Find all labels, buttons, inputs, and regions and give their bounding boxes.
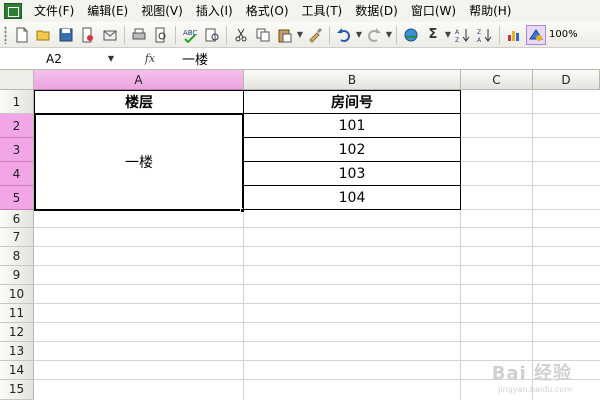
row-header-13[interactable]: 13 — [0, 342, 34, 361]
toolbar-grip[interactable] — [4, 25, 7, 44]
row-header-7[interactable]: 7 — [0, 228, 34, 247]
grid-line — [34, 246, 600, 247]
autosum-dropdown-icon[interactable]: ▼ — [444, 30, 452, 39]
row-header-14[interactable]: 14 — [0, 361, 34, 380]
row-header-3[interactable]: 3 — [0, 138, 34, 162]
cut-icon[interactable] — [231, 25, 251, 45]
svg-text:A: A — [455, 29, 460, 36]
copy-icon[interactable] — [253, 25, 273, 45]
cell-b3[interactable]: 102 — [243, 137, 461, 162]
cell-a1[interactable]: 楼层 — [34, 90, 244, 114]
select-all-corner[interactable] — [0, 70, 34, 90]
zoom-level[interactable]: 100% — [549, 29, 578, 40]
hyperlink-icon[interactable] — [401, 25, 421, 45]
new-document-icon[interactable] — [12, 25, 32, 45]
paste-dropdown-icon[interactable]: ▼ — [296, 30, 304, 39]
toolbar-separator — [175, 25, 176, 44]
column-header-d[interactable]: D — [533, 70, 600, 90]
menu-data[interactable]: 数据(D) — [349, 0, 405, 22]
watermark-main: Bai 经验 — [491, 363, 572, 384]
grid-line — [34, 303, 600, 304]
spelling-icon[interactable]: ABC — [180, 25, 200, 45]
drawing-icon[interactable] — [526, 24, 546, 45]
svg-text:Z: Z — [477, 29, 481, 36]
print-preview-icon[interactable] — [151, 25, 171, 45]
row-header-1[interactable]: 1 — [0, 90, 34, 114]
save-icon[interactable] — [56, 25, 76, 45]
name-box-value: A2 — [46, 51, 62, 66]
grid-line — [34, 341, 600, 342]
row-header-2[interactable]: 2 — [0, 114, 34, 138]
name-box-dropdown-icon[interactable]: ▼ — [108, 54, 114, 63]
toolbar-separator — [396, 25, 397, 44]
undo-dropdown-icon[interactable]: ▼ — [355, 30, 363, 39]
toolbar-separator — [226, 25, 227, 44]
email-icon[interactable] — [100, 25, 120, 45]
column-header-b[interactable]: B — [244, 70, 461, 90]
format-painter-icon[interactable] — [305, 25, 325, 45]
excel-app-icon[interactable] — [4, 3, 22, 19]
svg-text:Z: Z — [455, 37, 459, 43]
row-header-9[interactable]: 9 — [0, 266, 34, 285]
row-header-15[interactable]: 15 — [0, 380, 34, 400]
cell-b5[interactable]: 104 — [243, 185, 461, 210]
toolbar-separator — [329, 25, 330, 44]
autosum-symbol: Σ — [428, 27, 438, 42]
menu-bar: 文件(F) 编辑(E) 视图(V) 插入(I) 格式(O) 工具(T) 数据(D… — [0, 0, 600, 22]
baidu-watermark: Bai 经验 jingyan.baidu.com — [492, 359, 572, 394]
research-icon[interactable] — [202, 25, 222, 45]
grid-line — [34, 322, 600, 323]
grid-line — [34, 265, 600, 266]
menu-view[interactable]: 视图(V) — [135, 0, 190, 22]
permission-icon[interactable] — [78, 25, 98, 45]
toolbar-separator — [499, 25, 500, 44]
redo-dropdown-icon[interactable]: ▼ — [385, 30, 393, 39]
watermark-sub: jingyan.baidu.com — [498, 385, 572, 394]
menu-file[interactable]: 文件(F) — [28, 0, 81, 22]
row-header-12[interactable]: 12 — [0, 323, 34, 342]
column-header-c[interactable]: C — [461, 70, 533, 90]
worksheet-grid: A B C D 1 2 3 4 5 6 7 8 9 10 11 12 13 14… — [0, 70, 600, 400]
redo-icon[interactable] — [364, 25, 384, 45]
print-icon[interactable] — [129, 25, 149, 45]
sort-descending-icon[interactable]: ZA — [475, 25, 495, 45]
cell-a2-merged-selected[interactable]: 一楼 — [34, 113, 244, 211]
cell-b2[interactable]: 101 — [243, 113, 461, 138]
row-header-6[interactable]: 6 — [0, 210, 34, 228]
menu-window[interactable]: 窗口(W) — [405, 0, 463, 22]
row-header-10[interactable]: 10 — [0, 285, 34, 304]
name-box[interactable]: A2 ▼ — [2, 50, 120, 68]
sort-ascending-icon[interactable]: AZ — [453, 25, 473, 45]
svg-text:A: A — [477, 37, 482, 43]
insert-function-icon[interactable]: fx — [120, 52, 180, 65]
row-header-11[interactable]: 11 — [0, 304, 34, 323]
column-header-a[interactable]: A — [34, 70, 244, 90]
open-folder-icon[interactable] — [34, 25, 54, 45]
menu-edit[interactable]: 编辑(E) — [81, 0, 135, 22]
toolbar-separator — [124, 25, 125, 44]
row-header-5[interactable]: 5 — [0, 186, 34, 210]
formula-input[interactable]: 一楼 — [182, 49, 208, 68]
menu-tools[interactable]: 工具(T) — [296, 0, 350, 22]
grid-line — [34, 284, 600, 285]
menu-format[interactable]: 格式(O) — [240, 0, 296, 22]
row-header-4[interactable]: 4 — [0, 162, 34, 186]
chart-wizard-icon[interactable] — [504, 25, 524, 45]
menu-help[interactable]: 帮助(H) — [463, 0, 518, 22]
paste-icon[interactable] — [275, 25, 295, 45]
menu-insert[interactable]: 插入(I) — [190, 0, 240, 22]
autosum-icon[interactable]: Σ — [423, 25, 443, 45]
cell-b1[interactable]: 房间号 — [243, 90, 461, 114]
undo-icon[interactable] — [334, 25, 354, 45]
row-header-8[interactable]: 8 — [0, 247, 34, 266]
cell-b4[interactable]: 103 — [243, 161, 461, 186]
grid-line — [34, 227, 600, 228]
formula-bar: A2 ▼ fx 一楼 — [0, 48, 600, 70]
standard-toolbar: ABC ▼ ▼ ▼ Σ ▼ AZ ZA 100% — [0, 22, 600, 48]
